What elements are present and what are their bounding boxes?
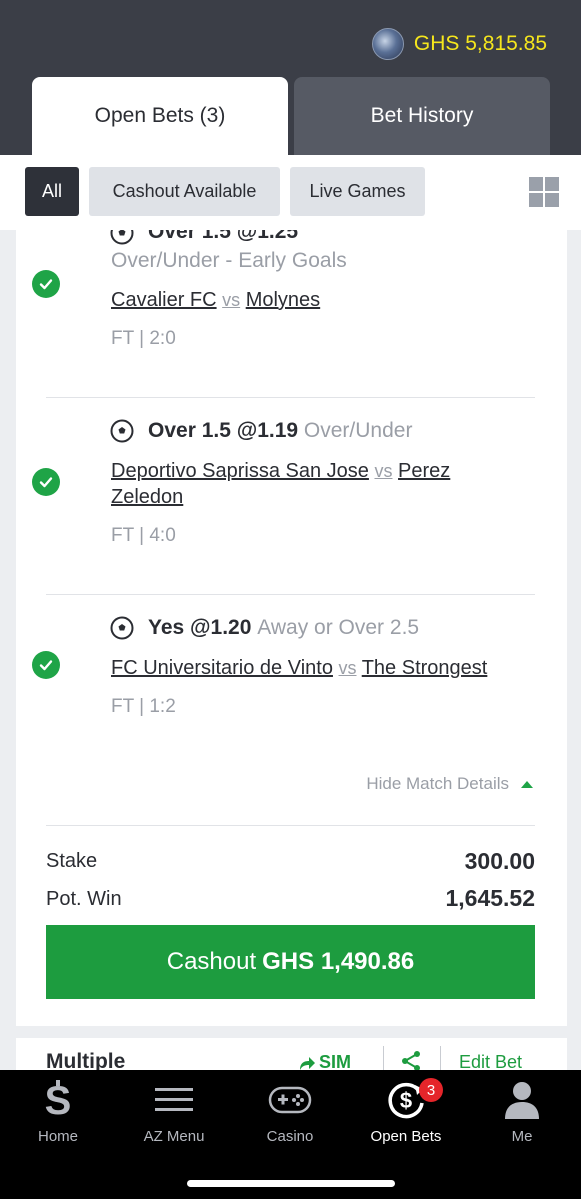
grid-view-icon[interactable] bbox=[529, 177, 559, 207]
bet-card: Over 1.5 @1.25 Over/Under - Early Goals … bbox=[16, 230, 567, 1026]
nav-home[interactable]: S Home bbox=[0, 1078, 116, 1145]
hide-match-details-toggle[interactable]: Hide Match Details bbox=[366, 774, 533, 794]
filter-all-label: All bbox=[41, 181, 62, 201]
vs-label: vs bbox=[222, 290, 241, 310]
won-check-icon bbox=[32, 651, 60, 679]
nav-open-bets-label: Open Bets bbox=[370, 1128, 442, 1145]
vs-label: vs bbox=[338, 658, 357, 678]
share-arrow-icon bbox=[300, 1056, 315, 1070]
nav-az-menu[interactable]: AZ Menu bbox=[116, 1078, 232, 1145]
soccer-ball-icon bbox=[110, 419, 134, 443]
home-team: FC Universitario de Vinto bbox=[111, 657, 333, 679]
filter-live-label: Live Games bbox=[309, 181, 406, 201]
soccer-ball-icon bbox=[110, 616, 134, 640]
pot-win-value: 1,645.52 bbox=[445, 885, 535, 911]
filter-all-button[interactable]: All bbox=[25, 167, 79, 216]
pot-win-label: Pot. Win bbox=[46, 888, 122, 910]
away-team: Molynes bbox=[245, 289, 321, 311]
balance-display[interactable]: GHS 5,815.85 bbox=[371, 28, 547, 60]
nav-casino-label: Casino bbox=[266, 1128, 314, 1145]
nav-casino[interactable]: Casino bbox=[232, 1078, 348, 1145]
open-bets-badge: 3 bbox=[419, 1078, 443, 1102]
filter-cashout-available-button[interactable]: Cashout Available bbox=[89, 167, 280, 216]
selection-pick: Over 1.5 @1.25 bbox=[148, 230, 299, 243]
gamepad-icon bbox=[268, 1078, 312, 1122]
home-team: Deportivo Saprissa San Jose bbox=[111, 460, 369, 482]
balance-amount: GHS 5,815.85 bbox=[413, 32, 547, 55]
match-name[interactable]: FC Universitario de Vinto vs The Stronge… bbox=[111, 655, 487, 681]
tab-bet-history-label: Bet History bbox=[370, 104, 474, 127]
bet-card: Multiple SIM Edit Bet bbox=[16, 1038, 567, 1070]
divider bbox=[46, 825, 535, 826]
selection-row: Over 1.5 @1.19 Over/Under Deportivo Sapr… bbox=[16, 398, 567, 594]
sim-label: SIM bbox=[319, 1052, 352, 1070]
filter-bar: All Cashout Available Live Games bbox=[0, 155, 581, 230]
match-result: FT | 1:2 bbox=[111, 696, 176, 717]
nav-open-bets[interactable]: $ 3 Open Bets bbox=[348, 1078, 464, 1145]
bet-list[interactable]: Over 1.5 @1.25 Over/Under - Early Goals … bbox=[0, 230, 581, 1070]
tab-bet-history[interactable]: Bet History bbox=[294, 77, 550, 155]
svg-text:$: $ bbox=[400, 1088, 412, 1113]
nav-az-menu-label: AZ Menu bbox=[143, 1128, 205, 1145]
stake-value: 300.00 bbox=[464, 848, 535, 874]
avatar[interactable] bbox=[371, 28, 404, 60]
selection-row: Yes @1.20 Away or Over 2.5 FC Universita… bbox=[16, 595, 567, 755]
cashout-amount: GHS 1,490.86 bbox=[262, 948, 415, 975]
cashout-label: Cashout bbox=[166, 948, 257, 975]
selection-market: Away or Over 2.5 bbox=[257, 616, 420, 639]
nav-me[interactable]: Me bbox=[464, 1078, 580, 1145]
match-name[interactable]: Deportivo Saprissa San Jose vs Perez Zel… bbox=[111, 458, 471, 510]
hide-match-details-label: Hide Match Details bbox=[366, 774, 509, 793]
match-result: FT | 2:0 bbox=[111, 328, 176, 349]
cashout-button[interactable]: Cashout GHS 1,490.86 bbox=[46, 925, 535, 999]
nav-me-label: Me bbox=[511, 1128, 533, 1145]
caret-up-icon bbox=[521, 780, 533, 788]
selection-pick-text: Yes @1.20 bbox=[148, 616, 252, 639]
edit-bet-button[interactable]: Edit Bet bbox=[459, 1052, 522, 1070]
away-team: The Strongest bbox=[361, 657, 488, 679]
selection-market: Over/Under - Early Goals bbox=[111, 249, 347, 272]
menu-icon bbox=[152, 1078, 196, 1122]
stake-label: Stake bbox=[46, 850, 98, 872]
selection-pick: Over 1.5 @1.19 Over/Under bbox=[148, 419, 412, 443]
soccer-ball-icon bbox=[110, 230, 134, 245]
filter-live-games-button[interactable]: Live Games bbox=[290, 167, 425, 216]
selection-market: Over/Under bbox=[303, 419, 413, 442]
home-team: Cavalier FC bbox=[111, 289, 217, 311]
filter-cashout-label: Cashout Available bbox=[112, 181, 257, 201]
divider bbox=[440, 1046, 441, 1070]
match-result: FT | 4:0 bbox=[111, 525, 176, 546]
app-header: GHS 5,815.85 Open Bets (3) Bet History bbox=[0, 0, 581, 155]
match-name[interactable]: Cavalier FC vs Molynes bbox=[111, 287, 320, 313]
won-check-icon bbox=[32, 270, 60, 298]
selection-row: Over 1.5 @1.25 Over/Under - Early Goals … bbox=[16, 230, 567, 390]
tab-open-bets-label: Open Bets (3) bbox=[94, 104, 226, 127]
tab-open-bets[interactable]: Open Bets (3) bbox=[32, 77, 288, 155]
nav-home-label: Home bbox=[37, 1128, 78, 1145]
share-icon[interactable] bbox=[400, 1050, 422, 1070]
vs-label: vs bbox=[374, 461, 393, 481]
selection-pick: Yes @1.20 Away or Over 2.5 bbox=[148, 616, 419, 640]
home-indicator[interactable] bbox=[187, 1180, 395, 1187]
sim-button[interactable]: SIM bbox=[298, 1052, 351, 1070]
bet-type-title: Multiple bbox=[46, 1050, 126, 1070]
selection-pick-text: Over 1.5 @1.19 bbox=[148, 419, 299, 442]
home-logo-icon: S bbox=[36, 1078, 80, 1122]
divider bbox=[383, 1046, 384, 1070]
won-check-icon bbox=[32, 468, 60, 496]
user-icon bbox=[500, 1078, 544, 1122]
